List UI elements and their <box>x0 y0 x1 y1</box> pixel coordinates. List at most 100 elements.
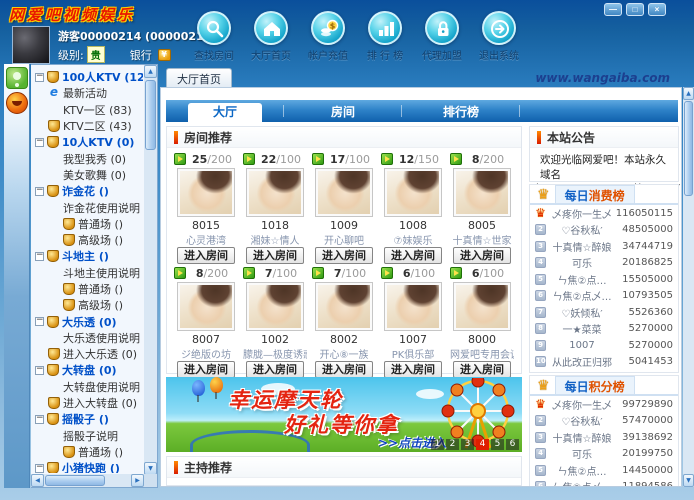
room-thumbnail[interactable] <box>315 282 373 331</box>
expand-toggle-icon[interactable] <box>35 415 44 424</box>
banner-page-dot[interactable]: 5 <box>491 439 504 450</box>
rank-user-name[interactable]: ㄣ焦②点乄… <box>549 479 615 487</box>
toolbar-exit[interactable]: 退出系统 <box>477 11 521 62</box>
tree-item[interactable]: KTV二区 (43) <box>33 118 143 134</box>
expand-toggle-icon[interactable] <box>35 366 44 375</box>
tree-item[interactable]: 10人KTV (0) <box>33 134 143 150</box>
expand-toggle-icon[interactable] <box>35 317 44 326</box>
tree-item[interactable]: 诈金花使用说明 <box>33 199 143 215</box>
enter-room-button[interactable]: 进入房间 <box>315 247 373 264</box>
avatar[interactable] <box>12 26 50 64</box>
tab-ranking[interactable]: 排行榜 <box>402 100 520 122</box>
enter-room-button[interactable]: 进入房间 <box>384 361 442 378</box>
enter-room-button[interactable]: 进入房间 <box>177 361 235 378</box>
expand-toggle-icon[interactable] <box>35 252 44 261</box>
bank-link[interactable]: 银行 <box>130 47 152 63</box>
scroll-right-icon[interactable]: ▶ <box>131 474 144 487</box>
minimize-button[interactable]: — <box>604 3 622 16</box>
banner-page-dot[interactable]: 6 <box>506 439 519 450</box>
tree-item[interactable]: 美女歌舞 (0) <box>33 167 143 183</box>
enter-room-button[interactable]: 进入房间 <box>384 247 442 264</box>
tree-item[interactable]: 大乐透使用说明 <box>33 330 143 346</box>
rank-user-name[interactable]: ♡谷秋私′ <box>549 222 615 237</box>
scroll-up-icon[interactable]: ▲ <box>683 87 694 100</box>
enter-room-button[interactable]: 进入房间 <box>453 361 511 378</box>
scroll-up-icon[interactable]: ▲ <box>144 65 157 78</box>
banner-page-dot[interactable]: 4 <box>476 439 489 450</box>
tab-lobby[interactable]: 大厅 <box>166 100 284 122</box>
site-url[interactable]: www.wangaiba.com <box>535 71 670 85</box>
room-thumbnail[interactable] <box>177 282 235 331</box>
maximize-button[interactable]: □ <box>626 3 644 16</box>
room-thumbnail[interactable] <box>453 168 511 217</box>
rank-user-name[interactable]: ㄣ焦②点… <box>549 463 615 478</box>
rank-user-name[interactable]: ♡谷秋私′ <box>549 413 615 428</box>
tree-item[interactable]: 诈金花 () <box>33 183 143 199</box>
rank-user-name[interactable]: 十真情☆醉娘 <box>549 430 615 445</box>
tree-item[interactable]: 进入大乐透 (0) <box>33 346 143 362</box>
scroll-left-icon[interactable]: ◀ <box>31 474 44 487</box>
room-thumbnail[interactable] <box>246 168 304 217</box>
rank-user-name[interactable]: ㄣ焦②点… <box>549 272 615 287</box>
main-vertical-scrollbar[interactable]: ▲ ▼ <box>683 87 694 487</box>
toolbar-recharge[interactable]: $ 帐户充值 <box>306 11 350 62</box>
tree-item[interactable]: 斗地主使用说明 <box>33 265 143 281</box>
expand-toggle-icon[interactable] <box>35 73 44 82</box>
toolbar-agent[interactable]: 代理加盟 <box>420 11 464 62</box>
expand-toggle-icon[interactable] <box>35 138 44 147</box>
rank-user-name[interactable]: 从此改正归邪 <box>549 354 615 369</box>
room-thumbnail[interactable] <box>177 168 235 217</box>
tree-item[interactable]: 小猪快跑 () <box>33 460 143 473</box>
rank-user-name[interactable]: ㄣ焦②点乄… <box>549 288 615 303</box>
tree-item[interactable]: 最新活动 <box>33 85 143 101</box>
enter-room-button[interactable]: 进入房间 <box>453 247 511 264</box>
banner-page-dot[interactable]: 2 <box>446 439 459 450</box>
room-thumbnail[interactable] <box>246 282 304 331</box>
tree-item[interactable]: 普通场 () <box>33 216 143 232</box>
tree-vertical-scrollbar[interactable]: ▲ ▼ <box>144 65 157 475</box>
tree-item[interactable]: 大转盘使用说明 <box>33 379 143 395</box>
tree-item[interactable]: 大乐透 (0) <box>33 313 143 329</box>
rank-user-name[interactable]: 1007 <box>549 340 615 351</box>
rank-user-name[interactable]: 一★菜菜 <box>549 321 615 336</box>
page-tab-lobby-home[interactable]: 大厅首页 <box>166 68 232 88</box>
room-thumbnail[interactable] <box>453 282 511 331</box>
toolbar-lobby-home[interactable]: 大厅首页 <box>249 11 293 62</box>
rank-user-name[interactable]: 乄疼你一生乄 <box>549 206 615 221</box>
banner-page-dot[interactable]: 3 <box>461 439 474 450</box>
rank-user-name[interactable]: 可乐 <box>549 446 615 461</box>
tree-item[interactable]: 高级场 () <box>33 232 143 248</box>
tree-hscroll-thumb[interactable] <box>45 475 105 486</box>
scroll-down-icon[interactable]: ▼ <box>683 474 694 487</box>
tree-item[interactable]: 100人KTV (126) <box>33 69 143 85</box>
main-scroll-thumb[interactable] <box>684 101 693 196</box>
enter-room-button[interactable]: 进入房间 <box>246 361 304 378</box>
banner-page-dot[interactable]: 1 <box>431 439 444 450</box>
tree-item[interactable]: KTV一区 (83) <box>33 102 143 118</box>
enter-room-button[interactable]: 进入房间 <box>315 361 373 378</box>
tree-item[interactable]: 进入大转盘 (0) <box>33 395 143 411</box>
tree-item[interactable]: 大转盘 (0) <box>33 362 143 378</box>
tree-item[interactable]: 我型我秀 (0) <box>33 150 143 166</box>
room-thumbnail[interactable] <box>384 168 442 217</box>
messenger-icon[interactable] <box>6 67 28 89</box>
rank-user-name[interactable]: 乄疼你一生乄 <box>549 397 615 412</box>
tree-item[interactable]: 高级场 () <box>33 297 143 313</box>
tree-item[interactable]: 斗地主 () <box>33 248 143 264</box>
room-thumbnail[interactable] <box>384 282 442 331</box>
rank-user-name[interactable]: ♡妖倾私′ <box>549 305 615 320</box>
tree-item[interactable]: 普通场 () <box>33 281 143 297</box>
expand-toggle-icon[interactable] <box>35 464 44 473</box>
enter-room-button[interactable]: 进入房间 <box>177 247 235 264</box>
bank-icon[interactable]: ¥ <box>158 49 171 61</box>
fire-face-icon[interactable] <box>6 92 28 114</box>
toolbar-ranking[interactable]: 排 行 榜 <box>363 11 407 62</box>
tree-horizontal-scrollbar[interactable]: ◀ ▶ <box>31 474 144 487</box>
room-thumbnail[interactable] <box>315 168 373 217</box>
toolbar-find-room[interactable]: 查找房间 <box>192 11 236 62</box>
close-button[interactable]: × <box>648 3 666 16</box>
rank-user-name[interactable]: 可乐 <box>549 255 615 270</box>
expand-toggle-icon[interactable] <box>35 187 44 196</box>
tree-scroll-thumb[interactable] <box>145 80 156 150</box>
tab-rooms[interactable]: 房间 <box>284 100 402 122</box>
